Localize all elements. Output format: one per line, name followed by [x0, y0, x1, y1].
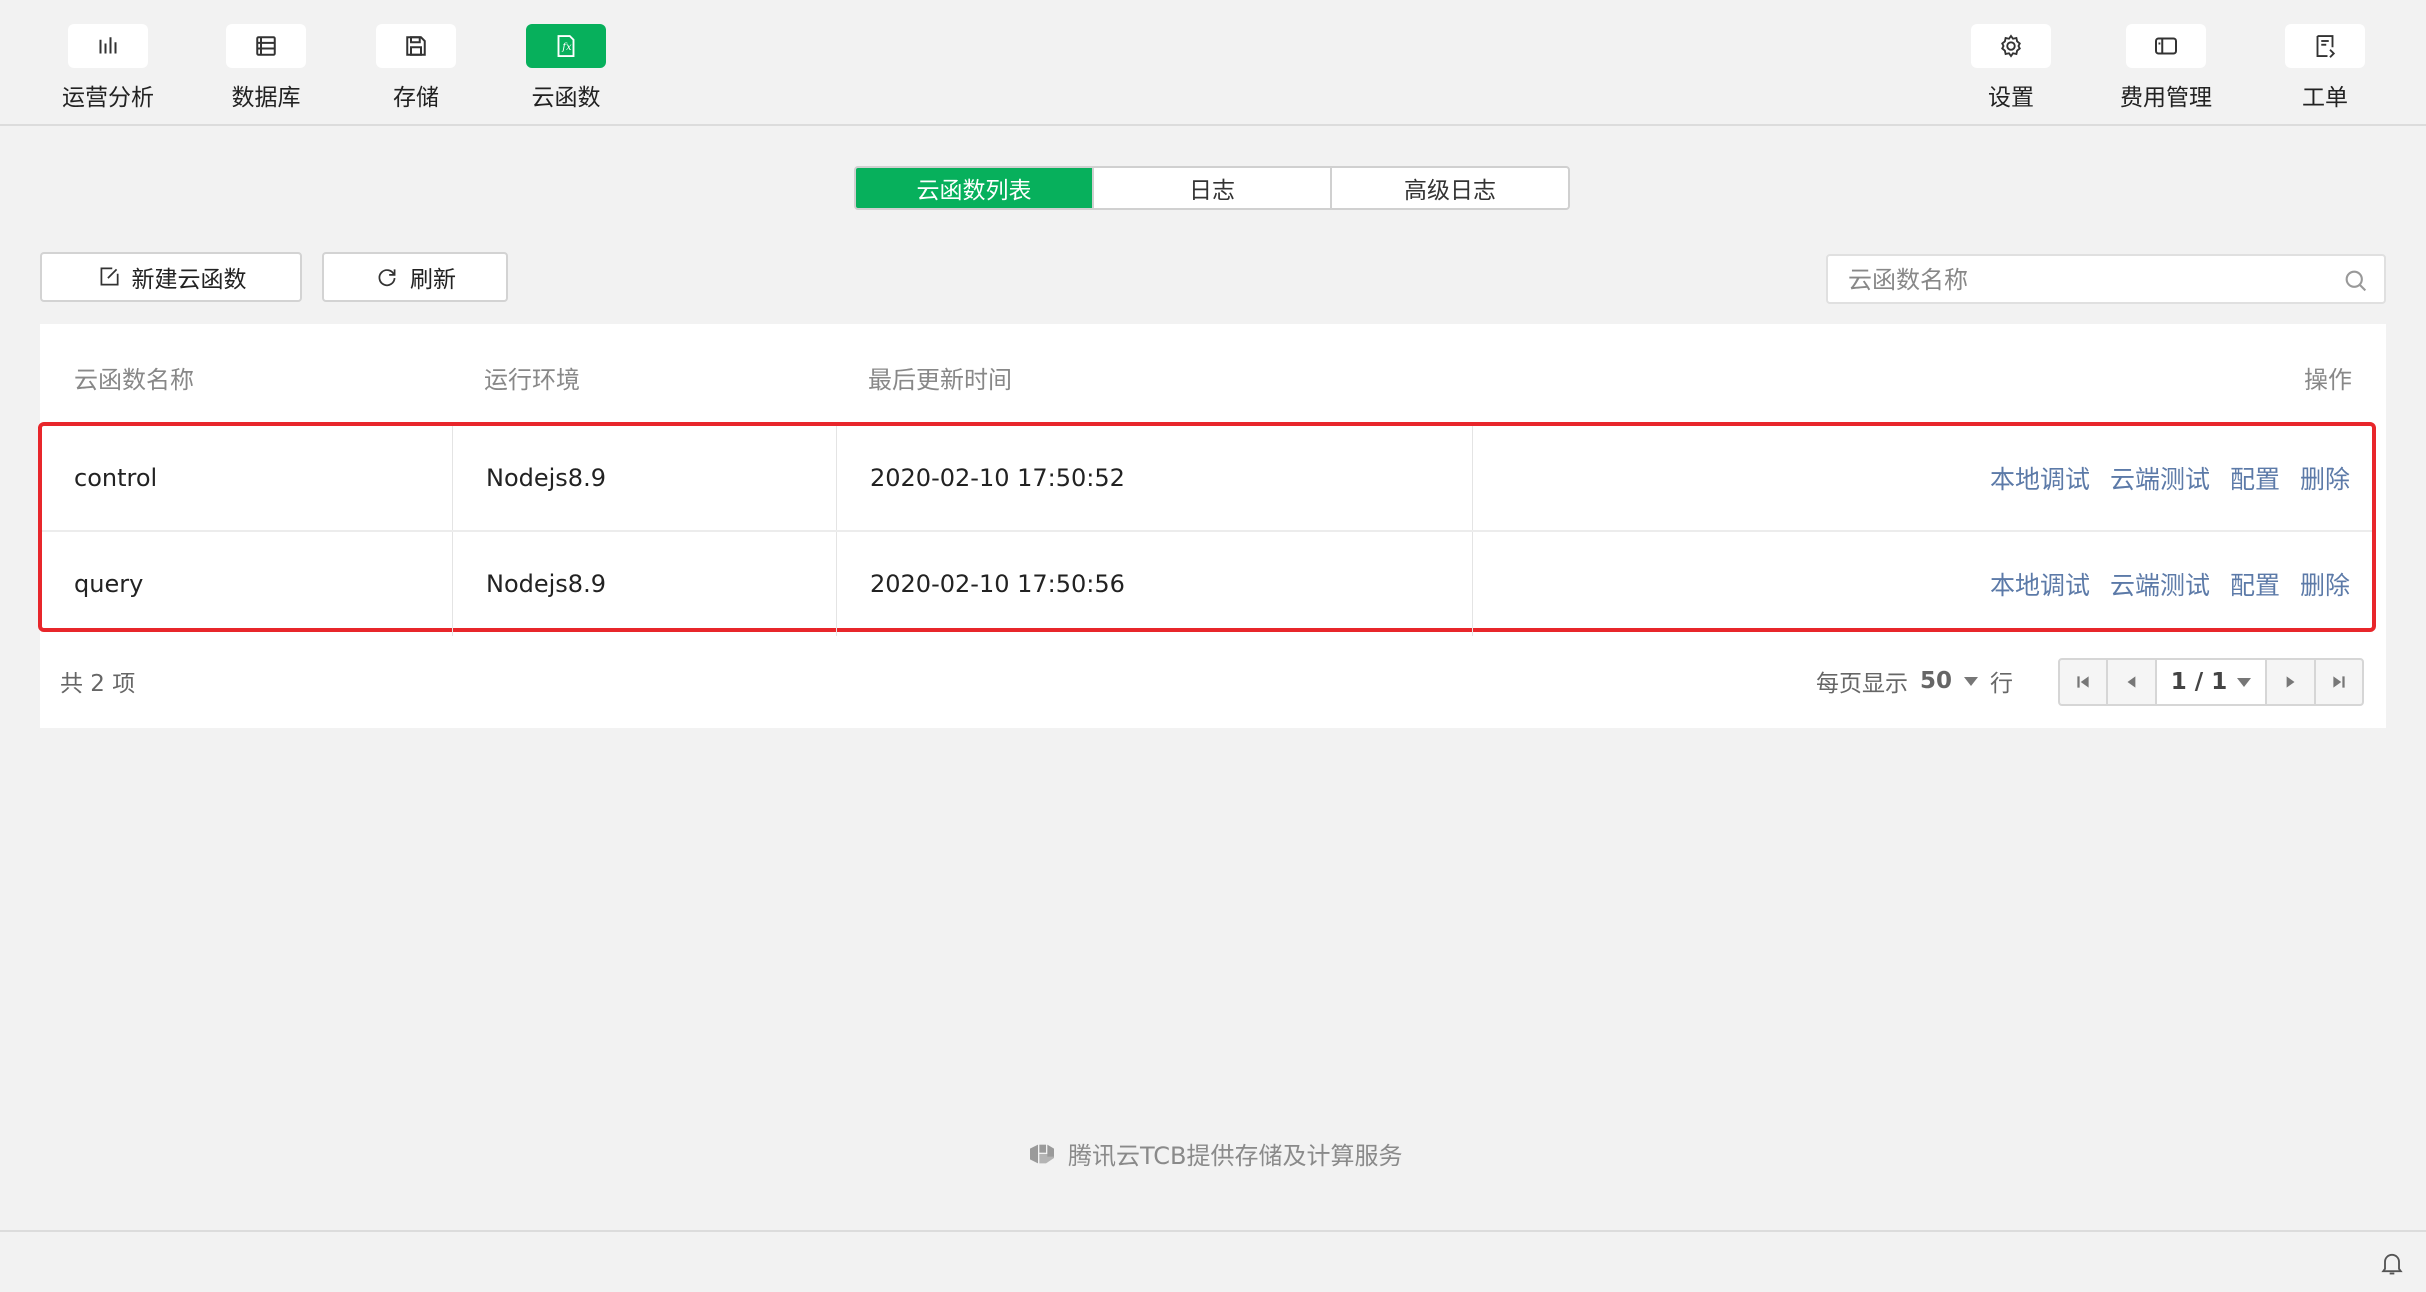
next-page-button[interactable]	[2265, 660, 2313, 704]
tab-logs[interactable]: 日志	[1092, 168, 1330, 208]
delete-link[interactable]: 删除	[2300, 460, 2350, 496]
chevron-down-icon	[2237, 677, 2252, 687]
toolbar-item-storage[interactable]: 存储	[356, 24, 476, 112]
page-select[interactable]: 1 / 1	[2154, 660, 2266, 704]
refresh-label: 刷新	[410, 267, 456, 293]
first-page-icon	[2077, 676, 2089, 688]
column-divider	[1472, 426, 1473, 530]
tencent-cloud-logo-icon	[1030, 1144, 1054, 1163]
svg-text:fx: fx	[561, 42, 572, 53]
new-function-button[interactable]: 新建云函数	[40, 252, 302, 302]
table-row: control Nodejs8.9 2020-02-10 17:50:52 本地…	[42, 426, 2372, 530]
next-page-icon	[2286, 676, 2295, 688]
status-bar	[0, 1230, 2426, 1292]
page-size-prefix: 每页显示	[1816, 671, 1908, 697]
bar-chart-icon	[68, 24, 148, 68]
provider-note-text: 腾讯云TCB提供存储及计算服务	[1068, 1142, 1403, 1170]
table-row: query Nodejs8.9 2020-02-10 17:50:56 本地调试…	[42, 530, 2372, 636]
column-header-updated[interactable]: 最后更新时间	[868, 360, 1012, 395]
column-header-name[interactable]: 云函数名称	[74, 360, 194, 395]
page-size-select[interactable]: 50	[1920, 668, 1952, 694]
view-tabs: 云函数列表 日志 高级日志	[854, 166, 1570, 210]
toolbar-item-billing[interactable]: 费用管理	[2106, 24, 2226, 112]
toolbar-item-analytics[interactable]: 运营分析	[48, 24, 168, 112]
local-debug-link[interactable]: 本地调试	[1990, 460, 2090, 496]
toolbar-label: 运营分析	[62, 85, 154, 111]
column-header-runtime[interactable]: 运行环境	[484, 360, 580, 395]
local-debug-link[interactable]: 本地调试	[1990, 566, 2090, 602]
row-operations: 本地调试 云端测试 配置 删除	[1990, 426, 2350, 530]
function-updated-time: 2020-02-10 17:50:56	[870, 570, 1125, 598]
function-runtime: Nodejs8.9	[486, 570, 606, 598]
toolbar-item-tickets[interactable]: 工单	[2265, 24, 2385, 112]
column-header-operations: 操作	[2304, 366, 2352, 394]
last-page-button[interactable]	[2313, 660, 2362, 704]
function-runtime: Nodejs8.9	[486, 464, 606, 492]
bell-icon[interactable]	[2378, 1248, 2406, 1278]
toolbar-label: 云函数	[531, 85, 601, 111]
toolbar-label: 费用管理	[2120, 85, 2212, 111]
cloud-test-link[interactable]: 云端测试	[2110, 460, 2210, 496]
refresh-button[interactable]: 刷新	[322, 252, 508, 302]
config-link[interactable]: 配置	[2230, 566, 2280, 602]
toolbar-label: 设置	[1988, 85, 2034, 111]
ticket-icon	[2285, 24, 2365, 68]
column-divider	[452, 532, 453, 636]
tab-function-list[interactable]: 云函数列表	[856, 168, 1092, 208]
function-updated-time: 2020-02-10 17:50:52	[870, 464, 1125, 492]
search-icon[interactable]	[2342, 267, 2370, 295]
first-page-button[interactable]	[2060, 660, 2106, 704]
toolbar-label: 数据库	[231, 85, 301, 111]
provider-note: 腾讯云TCB提供存储及计算服务	[1026, 1136, 1402, 1171]
delete-link[interactable]: 删除	[2300, 566, 2350, 602]
total-count: 共 2 项	[60, 671, 136, 697]
column-divider	[836, 426, 837, 530]
prev-page-button[interactable]	[2106, 660, 2154, 704]
gear-icon	[1971, 24, 2051, 68]
pager: 1 / 1	[2058, 658, 2364, 706]
page-size-suffix: 行	[1990, 671, 2014, 697]
config-link[interactable]: 配置	[2230, 460, 2280, 496]
search-input[interactable]	[1846, 264, 2330, 296]
function-name: query	[74, 570, 144, 598]
highlight-frame: control Nodejs8.9 2020-02-10 17:50:52 本地…	[38, 422, 2376, 636]
toolbar-label: 存储	[393, 85, 439, 111]
database-icon	[226, 24, 306, 68]
toolbar-item-cloud-functions[interactable]: fx 云函数	[506, 24, 626, 112]
column-divider	[836, 532, 837, 636]
last-page-icon	[2333, 676, 2345, 688]
page-indicator: 1 / 1	[2170, 669, 2228, 695]
column-divider	[1472, 532, 1473, 636]
prev-page-icon	[2127, 676, 2135, 688]
functions-table: 云函数名称 运行环境 最后更新时间 操作 control Nodejs8.9 2…	[38, 324, 2386, 728]
chevron-down-icon[interactable]	[1964, 676, 1979, 686]
tab-advanced-logs[interactable]: 高级日志	[1330, 168, 1568, 208]
function-fx-icon: fx	[526, 24, 606, 68]
column-divider	[452, 426, 453, 530]
new-function-label: 新建云函数	[131, 267, 247, 293]
wallet-icon	[2126, 24, 2206, 68]
edit-icon	[100, 267, 119, 286]
search-box	[1826, 254, 2386, 304]
top-toolbar: 运营分析 数据库 存储 fx 云函数 设置 费用管理 工单	[0, 0, 2426, 126]
toolbar-item-settings[interactable]: 设置	[1951, 24, 2071, 112]
toolbar-item-database[interactable]: 数据库	[206, 24, 326, 112]
page-size-control: 每页显示 50 行	[1816, 664, 2013, 698]
toolbar-label: 工单	[2302, 85, 2348, 111]
row-operations: 本地调试 云端测试 配置 删除	[1990, 532, 2350, 636]
floppy-disk-icon	[376, 24, 456, 68]
refresh-icon	[378, 269, 396, 287]
function-name: control	[74, 464, 158, 492]
cloud-test-link[interactable]: 云端测试	[2110, 566, 2210, 602]
